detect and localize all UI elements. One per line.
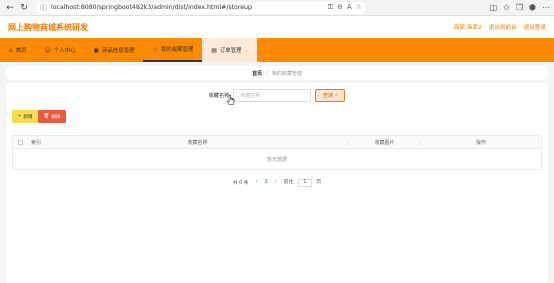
search-button-label: 查询	[322, 93, 334, 99]
collections-icon[interactable]: ❐	[516, 3, 523, 12]
trash-icon: 🗑	[43, 114, 50, 119]
delete-button[interactable]: 🗑 删除	[38, 110, 66, 123]
table-empty-text: 暂无数据	[266, 156, 287, 163]
add-button[interactable]: + 新增	[12, 110, 38, 123]
refresh-icon[interactable]: ↻	[18, 2, 30, 14]
breadcrumb-home[interactable]: 首页	[252, 70, 262, 77]
breadcrumb-current: 我的收藏管理	[271, 70, 302, 77]
search-button[interactable]: 查询 ⌕	[315, 89, 346, 102]
browser-toolbar: ← ↻ ⓘ localhost:8080/springboot482k3/adm…	[0, 0, 554, 16]
star-icon: ☆	[152, 45, 158, 53]
address-bar[interactable]: ⓘ localhost:8080/springboot482k3/admin/d…	[36, 1, 366, 14]
more-icon[interactable]: ⋯	[542, 3, 550, 12]
favorites-table: 索引 收藏名称 收藏图片 操作 暂无数据	[12, 135, 542, 170]
app-header: 网上购物商城系统研发 商家 商家2 退出到前台 退出登录	[0, 16, 554, 38]
main-content: 首页 / 我的收藏管理 收藏名称 收藏名称 查询 ⌕ + 新增 🗑 删除 索引 …	[0, 62, 554, 283]
select-all-checkbox[interactable]	[17, 139, 23, 145]
plus-icon: +	[17, 114, 22, 119]
pagination: 共 0 条 ‹ 1 › 前往 1 页	[6, 178, 548, 187]
back-icon[interactable]: ←	[4, 2, 16, 14]
nav-item-goods[interactable]: ▣ 商品信息管理	[84, 38, 143, 62]
goods-icon: ▣	[93, 46, 100, 54]
order-icon: ▤	[211, 46, 217, 54]
chevron-down-icon: ⌄	[244, 47, 248, 53]
split-screen-icon[interactable]: ◫	[490, 3, 498, 12]
mouse-cursor-icon	[226, 94, 235, 105]
nav-item-label: 我的收藏管理	[160, 47, 194, 53]
nav-item-profile[interactable]: ☺ 个人中心	[36, 38, 85, 62]
column-header-image: 收藏图片	[349, 138, 421, 146]
pagination-current-page[interactable]: 1	[264, 180, 267, 185]
table-header: 索引 收藏名称 收藏图片 操作	[13, 136, 541, 149]
extension-icon[interactable]: ⬢	[529, 3, 536, 12]
nav-item-label: 商品信息管理	[102, 48, 135, 54]
nav-item-label: 首页	[15, 48, 27, 54]
content-panel: 收藏名称 收藏名称 查询 ⌕ + 新增 🗑 删除 索引 收藏名称 收藏图片 操作…	[6, 83, 548, 283]
pagination-total: 共 0 条	[232, 180, 249, 186]
goto-prefix: 前往	[283, 180, 294, 185]
action-bar: + 新增 🗑 删除	[12, 110, 548, 123]
search-input[interactable]: 收藏名称	[233, 89, 312, 102]
user-icon: ☺	[44, 46, 51, 54]
nav-item-label: 个人中心	[53, 48, 76, 54]
home-icon: ⌂	[9, 46, 13, 54]
goto-suffix: 页	[316, 180, 322, 185]
breadcrumb: 首页 / 我的收藏管理	[6, 66, 548, 80]
frontend-link[interactable]: 退出到前台	[489, 23, 517, 31]
read-aloud-icon[interactable]: A	[347, 3, 352, 12]
column-header-name: 收藏名称	[47, 138, 349, 146]
favorites-icon[interactable]: ✩	[503, 3, 510, 12]
user-link[interactable]: 商家 商家2	[454, 23, 482, 31]
zoom-icon[interactable]: ⊖	[337, 3, 343, 12]
logout-link[interactable]: 退出登录	[524, 23, 546, 31]
delete-button-label: 删除	[51, 114, 61, 120]
breadcrumb-separator: /	[266, 70, 268, 76]
goto-page-input[interactable]: 1	[297, 178, 312, 187]
nav-item-home[interactable]: ⌂ 首页	[0, 38, 36, 62]
nav-item-orders[interactable]: ▤ 订单管理 ⌄	[202, 38, 257, 62]
nav-item-favorites[interactable]: ☆ 我的收藏管理	[143, 38, 203, 62]
pagination-goto: 前往 1 页	[284, 178, 321, 187]
search-form: 收藏名称 收藏名称 查询 ⌕	[6, 89, 548, 102]
next-page-icon[interactable]: ›	[275, 180, 277, 185]
key-icon[interactable]: ⚿	[328, 3, 333, 12]
search-icon: ⌕	[335, 92, 339, 98]
info-icon[interactable]: ⓘ	[40, 3, 47, 13]
add-button-label: 新增	[23, 114, 33, 120]
site-title: 网上购物商城系统研发	[8, 22, 88, 32]
nav-item-label: 订单管理	[219, 48, 242, 54]
prev-page-icon[interactable]: ‹	[256, 180, 258, 185]
top-nav: ⌂ 首页 ☺ 个人中心 ▣ 商品信息管理 ☆ 我的收藏管理 ▤ 订单管理 ⌄	[0, 38, 554, 105]
column-header-index: 索引	[31, 139, 42, 146]
column-header-actions: 操作	[475, 139, 486, 146]
favorite-icon[interactable]: ☆	[356, 3, 362, 12]
url-text: localhost:8080/springboot482k3/admin/dis…	[51, 4, 252, 11]
